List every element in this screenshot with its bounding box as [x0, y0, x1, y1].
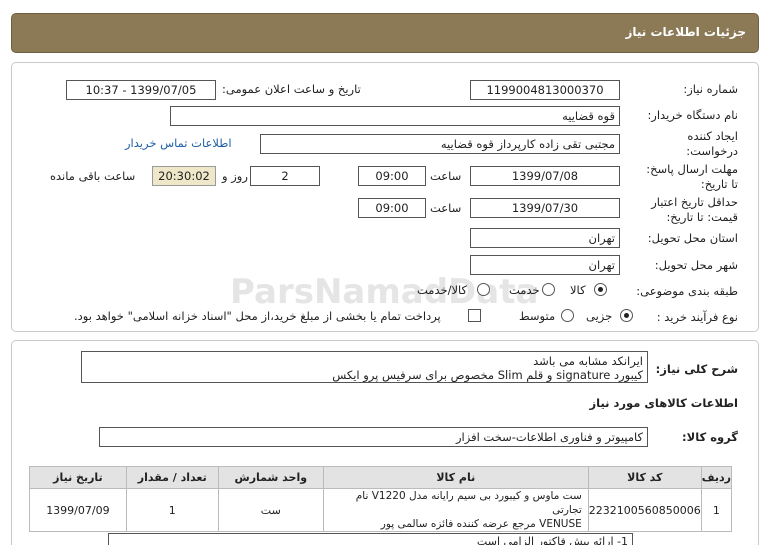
- cell-code: 2232100560850006: [587, 488, 702, 532]
- cell-date: 1399/07/09: [29, 488, 127, 532]
- cell-qty: 1: [125, 488, 219, 532]
- buyer-org-field: قوه قضاییه: [170, 106, 620, 126]
- creator-label: ایجاد کننده درخواست:: [686, 129, 738, 158]
- cell-name-line-1: ست ماوس و کیبورد بی سیم رایانه مدل V1220…: [355, 490, 582, 516]
- days-remaining-field: 2: [250, 166, 320, 186]
- validity-time-label: ساعت: [430, 201, 462, 215]
- buyer-notes-text: 1- ارائه پیش فاکتور الزامی است: [476, 535, 628, 545]
- process-medium-label: متوسط: [519, 309, 556, 323]
- cell-row: 1: [700, 488, 733, 532]
- validity-label: حداقل تاریخ اعتبار قیمت: تا تاریخ:: [651, 195, 738, 224]
- remaining-label: ساعت باقی مانده: [50, 169, 136, 183]
- goods-group-field: کامپیوتر و فناوری اطلاعات-سخت افزار: [99, 427, 648, 447]
- buyer-notes-field: 1- ارائه پیش فاکتور الزامی است: [108, 533, 633, 545]
- process-minor-radio[interactable]: [620, 309, 633, 322]
- goods-section-title: اطلاعات کالاهای مورد نیاز: [589, 396, 738, 410]
- col-code: کد کالا: [587, 466, 702, 489]
- cell-unit: ست: [217, 488, 324, 532]
- deadline-date-field: 1399/07/08: [470, 166, 620, 186]
- page-header: جزئیات اطلاعات نیاز: [11, 13, 759, 53]
- page-title: جزئیات اطلاعات نیاز: [625, 25, 746, 39]
- province-label: استان محل تحویل:: [647, 231, 738, 245]
- cell-name-line-2: VENUSE مرجع عرضه کننده فائزه سالمی پور: [380, 518, 582, 530]
- goods-table-header: ردیف کد کالا نام کالا واحد شمارش تعداد /…: [29, 466, 733, 489]
- description-label: شرح کلی نیاز:: [655, 362, 738, 376]
- process-label: نوع فرآیند خرید :: [656, 310, 738, 324]
- deadline-time-field: 09:00: [358, 166, 426, 186]
- province-field: تهران: [470, 228, 620, 248]
- buyer-org-label: نام دستگاه خریدار:: [647, 108, 738, 122]
- col-name: نام کالا: [322, 466, 589, 489]
- buyer-contact-link[interactable]: اطلاعات تماس خریدار: [125, 136, 232, 150]
- col-row: ردیف: [700, 466, 733, 489]
- announce-datetime-field: 1399/07/05 - 10:37: [66, 80, 216, 100]
- city-field: تهران: [470, 255, 620, 275]
- goods-table: ردیف کد کالا نام کالا واحد شمارش تعداد /…: [29, 466, 733, 532]
- category-service-radio[interactable]: [542, 283, 555, 296]
- cell-name: ست ماوس و کیبورد بی سیم رایانه مدل V1220…: [322, 488, 589, 532]
- validity-time-field: 09:00: [358, 198, 426, 218]
- city-label: شهر محل تحویل:: [654, 258, 738, 272]
- need-number-label: شماره نیاز:: [683, 82, 738, 96]
- treasury-payment-note: پرداخت تمام یا بخشی از مبلغ خرید،از محل …: [74, 309, 441, 323]
- validity-date-field: 1399/07/30: [470, 198, 620, 218]
- col-date: تاریخ نیاز: [29, 466, 127, 489]
- category-goods-service-label: کالا/خدمت: [417, 283, 468, 297]
- deadline-time-label: ساعت: [430, 169, 462, 183]
- deadline-label: مهلت ارسال پاسخ: تا تاریخ:: [646, 162, 738, 191]
- description-field: ایرانکد مشابه می باشد کیبورد signature و…: [81, 351, 648, 383]
- days-label: روز و: [222, 169, 248, 183]
- category-service-label: خدمت: [509, 283, 540, 297]
- remaining-time-field: 20:30:02: [152, 166, 216, 186]
- need-number-field: 1199004813000370: [470, 80, 620, 100]
- goods-group-label: گروه کالا:: [682, 430, 738, 444]
- category-goods-label: کالا: [570, 283, 586, 297]
- category-goods-radio[interactable]: [594, 283, 607, 296]
- category-goods-service-radio[interactable]: [477, 283, 490, 296]
- process-medium-radio[interactable]: [561, 309, 574, 322]
- creator-field: مجتبی تقی زاده کارپرداز قوه قضاییه: [260, 134, 620, 154]
- col-unit: واحد شمارش: [217, 466, 324, 489]
- process-minor-label: جزیی: [586, 309, 613, 323]
- announce-label: تاریخ و ساعت اعلان عمومی:: [222, 82, 361, 96]
- col-qty: تعداد / مقدار: [125, 466, 219, 489]
- category-label: طبقه بندی موضوعی:: [636, 284, 738, 298]
- table-row: 1 2232100560850006 ست ماوس و کیبورد بی س…: [29, 488, 733, 532]
- description-line-1: ایرانکد مشابه می باشد: [533, 354, 643, 368]
- treasury-payment-checkbox[interactable]: [468, 309, 481, 322]
- description-line-2: کیبورد signature و قلم Slim مخصوص برای س…: [332, 368, 643, 382]
